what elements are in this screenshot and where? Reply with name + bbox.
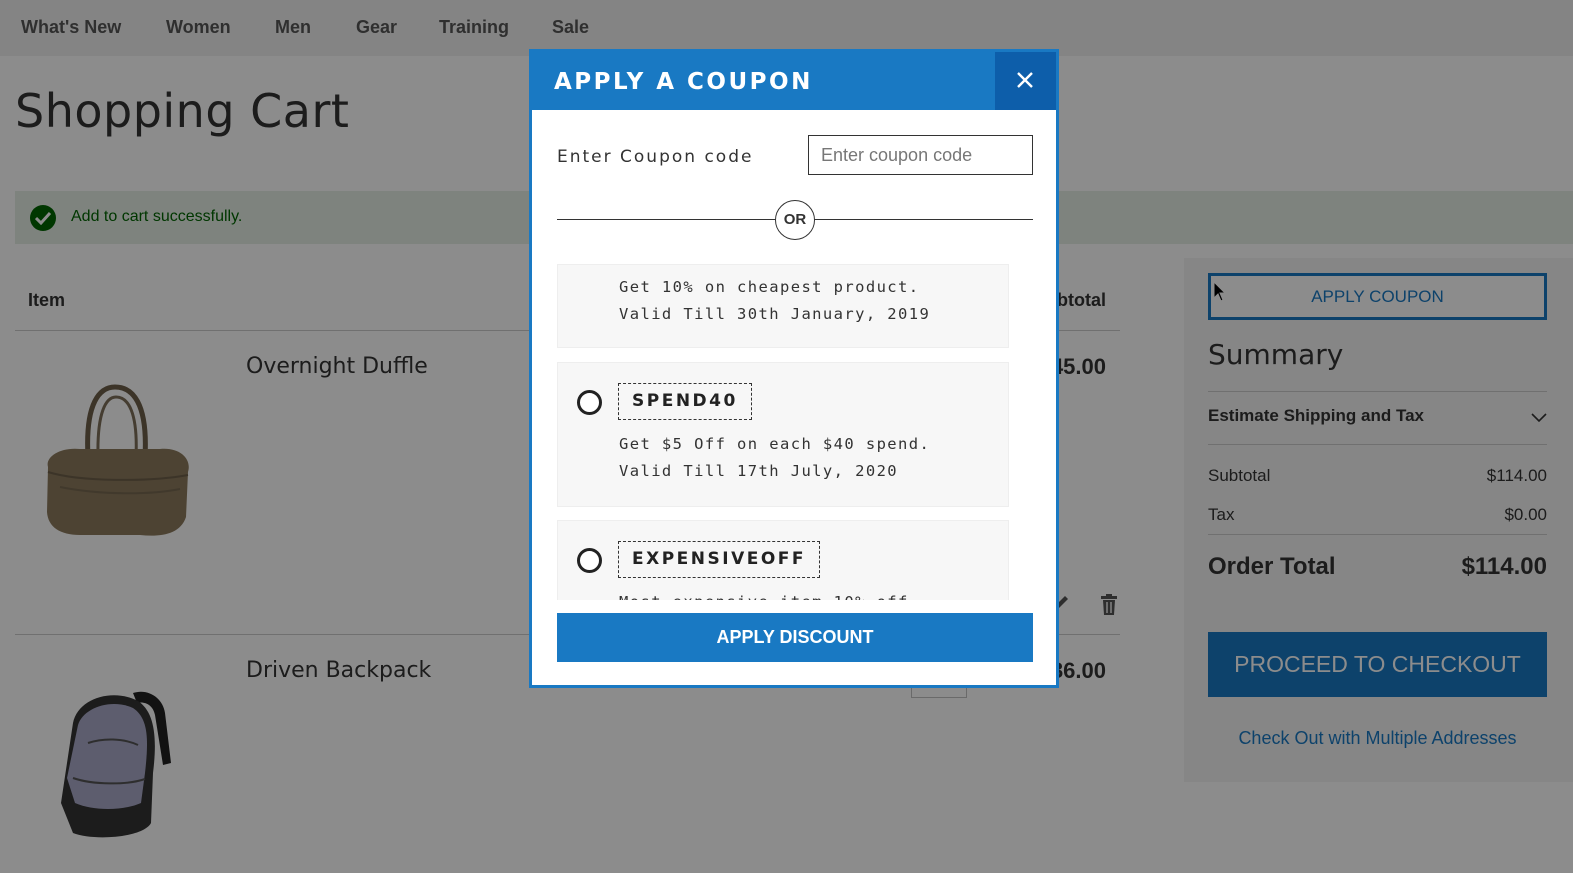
coupon-code-input[interactable]: [808, 135, 1033, 175]
coupon-description: Most expensive item 10% off: [619, 589, 909, 600]
coupon-card[interactable]: Get 10% on cheapest product. Valid Till …: [557, 264, 1009, 348]
coupon-card[interactable]: SPEND40 Get $5 Off on each $40 spend. Va…: [557, 362, 1009, 507]
coupon-description: Get $5 Off on each $40 spend.: [619, 435, 931, 453]
coupon-code-label: Enter Coupon code: [557, 147, 754, 167]
coupon-card[interactable]: EXPENSIVEOFF Most expensive item 10% off: [557, 520, 1009, 600]
coupon-description: Get 10% on cheapest product.: [619, 278, 920, 296]
coupon-list: Get 10% on cheapest product. Valid Till …: [557, 264, 1033, 600]
or-divider-label: OR: [775, 200, 815, 240]
apply-discount-button[interactable]: APPLY DISCOUNT: [557, 613, 1033, 662]
modal-header: APPLY A COUPON: [532, 52, 1056, 110]
coupon-radio[interactable]: [577, 548, 602, 573]
close-icon: [1017, 72, 1033, 88]
coupon-code: SPEND40: [618, 383, 752, 420]
coupon-validity: Valid Till 30th January, 2019: [619, 305, 931, 323]
modal-title: APPLY A COUPON: [554, 69, 813, 95]
apply-coupon-modal: APPLY A COUPON Enter Coupon code OR Get …: [529, 49, 1059, 688]
coupon-radio[interactable]: [577, 390, 602, 415]
coupon-validity: Valid Till 17th July, 2020: [619, 462, 899, 480]
coupon-code: EXPENSIVEOFF: [618, 541, 821, 578]
close-button[interactable]: [995, 52, 1056, 110]
